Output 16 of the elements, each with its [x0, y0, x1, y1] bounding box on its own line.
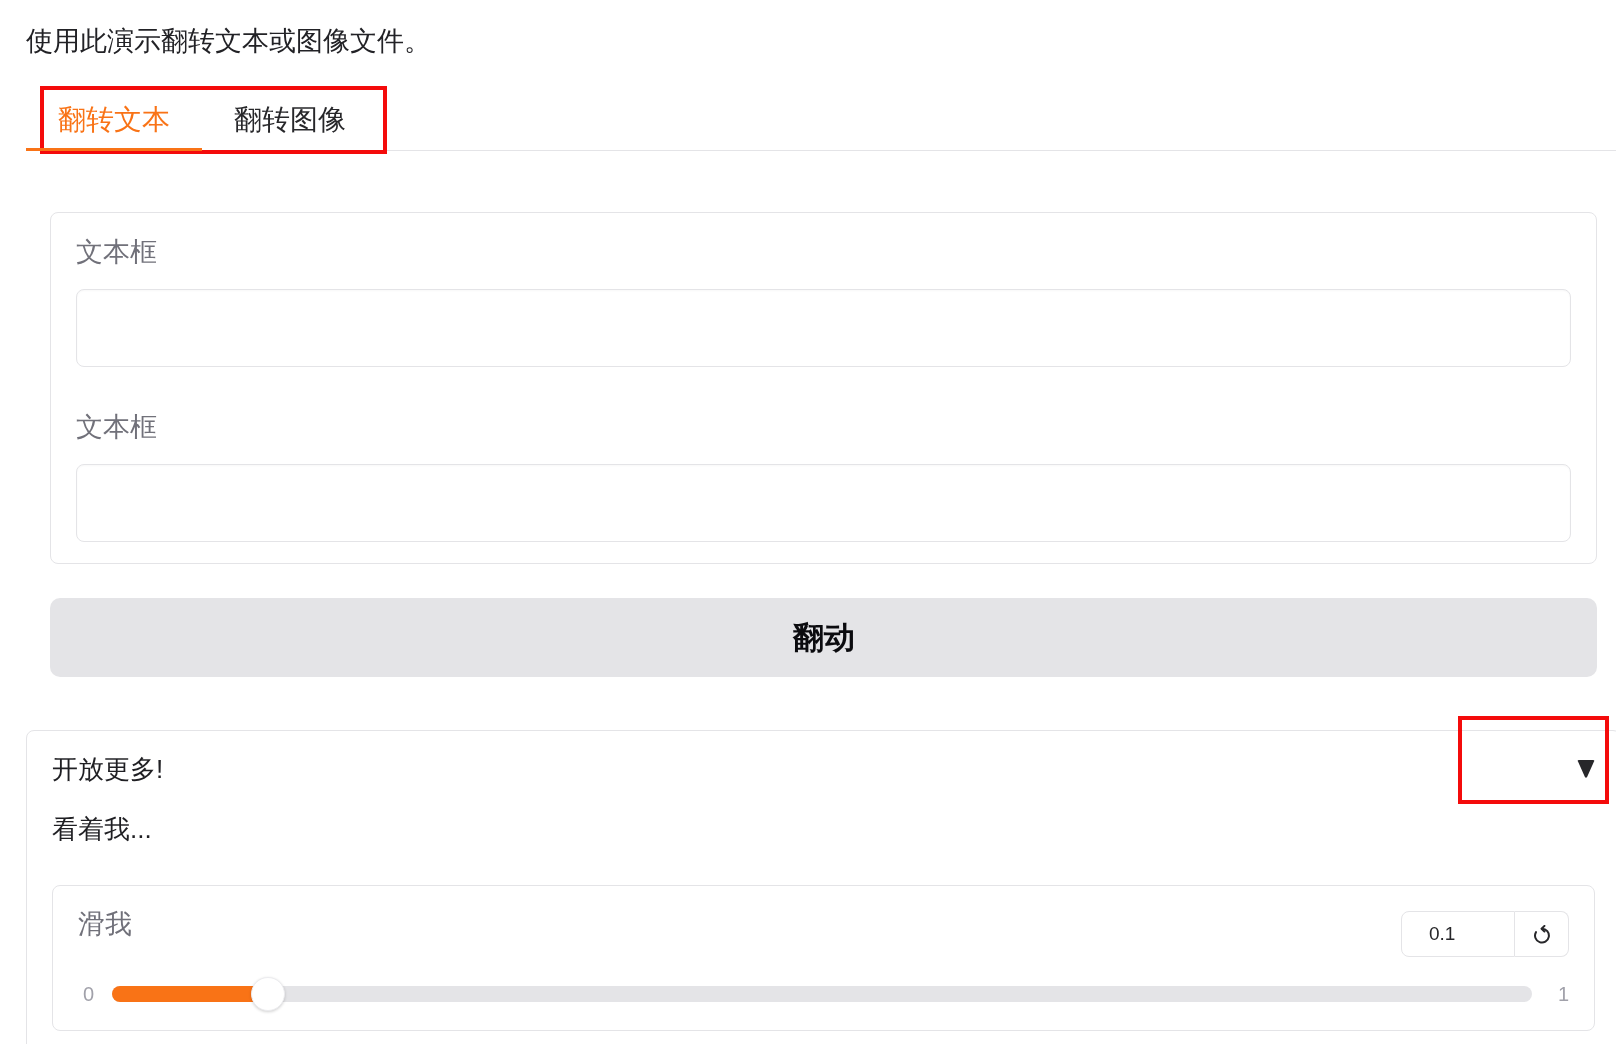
slider-min-label: 0	[83, 982, 95, 1006]
number-field[interactable]: 0.1	[1401, 911, 1515, 957]
description-text: 使用此演示翻转文本或图像文件。	[26, 25, 431, 58]
text-field[interactable]	[76, 289, 1571, 367]
reset-icon	[1533, 924, 1550, 944]
accordion-toggle[interactable]: 开放更多!	[52, 752, 1595, 786]
slider-label: 滑我	[78, 908, 132, 941]
text-field[interactable]	[76, 464, 1571, 542]
tab[interactable]: 翻转图像	[202, 87, 378, 151]
slider-thumb[interactable]	[250, 977, 285, 1011]
accordion-text: 看着我...	[52, 813, 152, 846]
flip-button[interactable]: 翻动	[50, 598, 1597, 677]
field-label: 文本框	[76, 236, 157, 269]
reset-button[interactable]	[1515, 911, 1569, 957]
field-label: 文本框	[76, 411, 157, 444]
slider-max-label: 1	[1557, 982, 1569, 1006]
